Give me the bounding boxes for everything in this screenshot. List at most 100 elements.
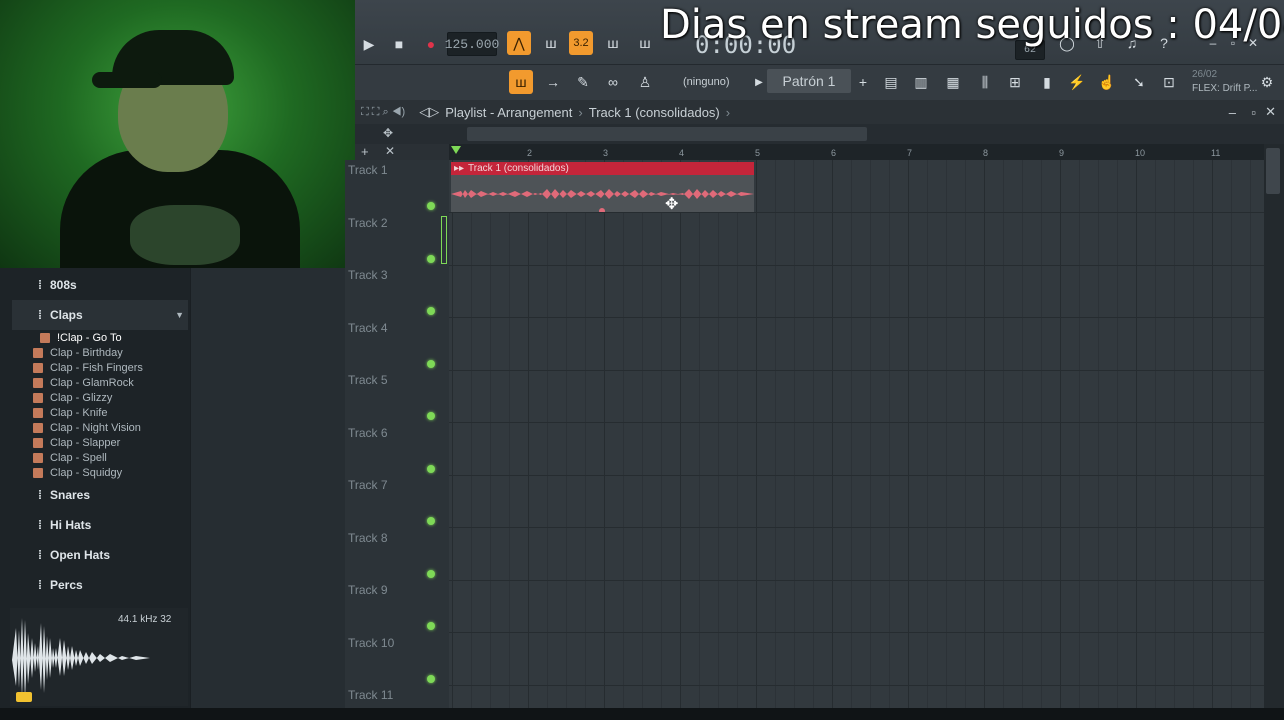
browser-file[interactable]: Clap - Birthday bbox=[33, 345, 123, 360]
track-name[interactable]: Track 6 bbox=[348, 426, 388, 440]
browser-file[interactable]: Clap - Slapper bbox=[33, 435, 120, 450]
add-pattern-icon[interactable]: + bbox=[851, 70, 875, 94]
link-icon[interactable]: ∞ bbox=[601, 70, 625, 94]
ruler-tick: 3 bbox=[603, 148, 609, 158]
timeline-ruler[interactable]: 2 3 4 5 6 7 8 9 10 11 bbox=[449, 144, 1264, 160]
bottom-edge bbox=[0, 708, 1284, 720]
add-track-icon[interactable]: + bbox=[361, 144, 369, 159]
browser-file[interactable]: Clap - Night Vision bbox=[33, 420, 141, 435]
plugin-picker-icon[interactable]: ⊞ bbox=[1003, 70, 1027, 94]
cart-icon[interactable]: ⊡ bbox=[1157, 70, 1181, 94]
wait-for-input-icon[interactable]: ш bbox=[539, 31, 563, 55]
record-button[interactable]: ● bbox=[419, 32, 443, 56]
ruler-tick: 8 bbox=[983, 148, 989, 158]
playlist-title: Playlist - Arrangement bbox=[445, 104, 573, 120]
ruler-tick: 10 bbox=[1135, 148, 1146, 158]
folder-claps[interactable]: ⁞ Claps ▼ bbox=[12, 300, 188, 330]
track-mute-led[interactable] bbox=[427, 675, 435, 683]
browser-icon[interactable]: ▮ bbox=[1035, 70, 1059, 94]
browser-file[interactable]: !Clap - Go To bbox=[40, 330, 122, 345]
track-name[interactable]: Track 8 bbox=[348, 531, 388, 545]
track-name[interactable]: Track 9 bbox=[348, 583, 388, 597]
browser-file[interactable]: Clap - GlamRock bbox=[33, 375, 134, 390]
folder-808s[interactable]: ⁞ 808s bbox=[12, 270, 188, 300]
mixer-icon[interactable]: ⫼ bbox=[973, 70, 997, 94]
track-name[interactable]: Track 3 bbox=[348, 268, 388, 282]
track-mute-led[interactable] bbox=[427, 517, 435, 525]
browser-file[interactable]: Clap - Glizzy bbox=[33, 390, 112, 405]
song-mode-icon[interactable]: ш bbox=[509, 70, 533, 94]
download-icon[interactable]: ➘ bbox=[1127, 70, 1151, 94]
chevron-down-icon: ▼ bbox=[175, 310, 184, 320]
track-name[interactable]: Track 4 bbox=[348, 321, 388, 335]
browser-scroll-area[interactable] bbox=[190, 268, 346, 708]
track-name[interactable]: Track 1 bbox=[348, 163, 388, 177]
track-mute-led[interactable] bbox=[427, 202, 435, 210]
arrow-right-icon[interactable]: → bbox=[541, 70, 565, 94]
pattern-selector[interactable]: (ninguno) bbox=[683, 76, 729, 88]
plug-icon[interactable]: ⚡ bbox=[1065, 70, 1089, 94]
touch-icon[interactable]: ☝ bbox=[1095, 70, 1119, 94]
horizontal-scrollbar[interactable] bbox=[467, 127, 867, 141]
track-mute-led[interactable] bbox=[427, 360, 435, 368]
track-name[interactable]: Track 5 bbox=[348, 373, 388, 387]
channel-rack-icon[interactable]: ▦ bbox=[941, 70, 965, 94]
news-icon[interactable]: ⚙ bbox=[1255, 70, 1279, 94]
playlist-titlebar[interactable]: ⛶ ⛶ ⌕ ◀) ◁▷ Playlist - Arrangement › Tra… bbox=[355, 100, 1284, 124]
track-mute-led[interactable] bbox=[427, 570, 435, 578]
stamp-icon[interactable]: ♙ bbox=[633, 70, 657, 94]
piano-roll-icon[interactable]: ▥ bbox=[909, 70, 933, 94]
track-name[interactable]: Track 11 bbox=[348, 688, 393, 702]
track-name[interactable]: Track 10 bbox=[348, 636, 394, 650]
close-icon[interactable]: ✕ bbox=[1265, 104, 1276, 120]
ruler-tick: 7 bbox=[907, 148, 913, 158]
track-name[interactable]: Track 2 bbox=[348, 216, 388, 230]
folder-percs[interactable]: ⁞ Percs bbox=[12, 570, 188, 600]
playlist-arrow-icon: ◁▷ bbox=[419, 104, 440, 119]
vertical-scrollbar[interactable] bbox=[1264, 144, 1284, 708]
scroll-thumb[interactable] bbox=[1266, 148, 1280, 194]
play-button[interactable]: ▶ bbox=[357, 32, 381, 56]
countdown-icon[interactable]: 3.2 bbox=[569, 31, 593, 55]
step-edit-icon[interactable]: ш bbox=[601, 31, 625, 55]
track-mute-led[interactable] bbox=[427, 622, 435, 630]
hint-plugin: FLEX: Drift P... bbox=[1192, 83, 1258, 94]
tempo-display[interactable]: 125.000 bbox=[445, 32, 499, 56]
clip-header[interactable]: ▸▸ Track 1 (consolidados) bbox=[451, 162, 754, 175]
track-selection-indicator bbox=[441, 216, 447, 264]
track-mute-led[interactable] bbox=[427, 255, 435, 263]
track-mute-led[interactable] bbox=[427, 412, 435, 420]
playlist-icon[interactable]: ▤ bbox=[879, 70, 903, 94]
track-headers: Track 1 Track 2 Track 3 Track 4 Track 5 … bbox=[345, 160, 449, 708]
pencil-icon[interactable]: ✎ bbox=[571, 70, 595, 94]
track-name[interactable]: Track 7 bbox=[348, 478, 388, 492]
folder-hi-hats[interactable]: ⁞ Hi Hats bbox=[12, 510, 188, 540]
track-mute-led[interactable] bbox=[427, 465, 435, 473]
browser-file[interactable]: Clap - Fish Fingers bbox=[33, 360, 143, 375]
delete-track-icon[interactable]: ✕ bbox=[385, 144, 395, 158]
folder-open-hats[interactable]: ⁞ Open Hats bbox=[12, 540, 188, 570]
clip-menu-icon[interactable]: ▸▸ bbox=[454, 163, 464, 174]
playlist-tools-icon[interactable]: ⛶ ⛶ ⌕ ◀) bbox=[361, 106, 405, 119]
stop-button[interactable]: ■ bbox=[387, 32, 411, 56]
metronome-icon[interactable]: ⋀ bbox=[507, 31, 531, 55]
ruler-tick: 4 bbox=[679, 148, 685, 158]
browser-file[interactable]: Clap - Squidgy bbox=[33, 465, 122, 480]
blend-notes-icon[interactable]: ш bbox=[633, 31, 657, 55]
browser-file[interactable]: Clap - Knife bbox=[33, 405, 107, 420]
browser-file[interactable]: Clap - Spell bbox=[33, 450, 107, 465]
stream-overlay-text: Dias en stream seguidos : 04/04 bbox=[660, 2, 1284, 48]
maximize-icon[interactable]: ▫ bbox=[1251, 105, 1256, 120]
folder-snares[interactable]: ⁞ Snares bbox=[12, 480, 188, 510]
playhead-marker[interactable] bbox=[451, 146, 461, 154]
clip-label: Track 1 (consolidados) bbox=[468, 163, 569, 174]
track-mute-led[interactable] bbox=[427, 307, 435, 315]
playlist-grid[interactable] bbox=[449, 160, 1264, 708]
pattern-picker[interactable]: Patrón 1 bbox=[767, 69, 851, 93]
audio-clip[interactable]: ▸▸ Track 1 (consolidados) ✥ bbox=[451, 162, 754, 213]
playlist-tools: ✥ + ✕ bbox=[355, 124, 1284, 159]
clip-waveform bbox=[451, 175, 754, 212]
snap-icon[interactable]: ✥ bbox=[383, 126, 393, 140]
breadcrumb-chevron-icon: › bbox=[725, 104, 731, 120]
minimize-icon[interactable]: – bbox=[1229, 105, 1236, 120]
